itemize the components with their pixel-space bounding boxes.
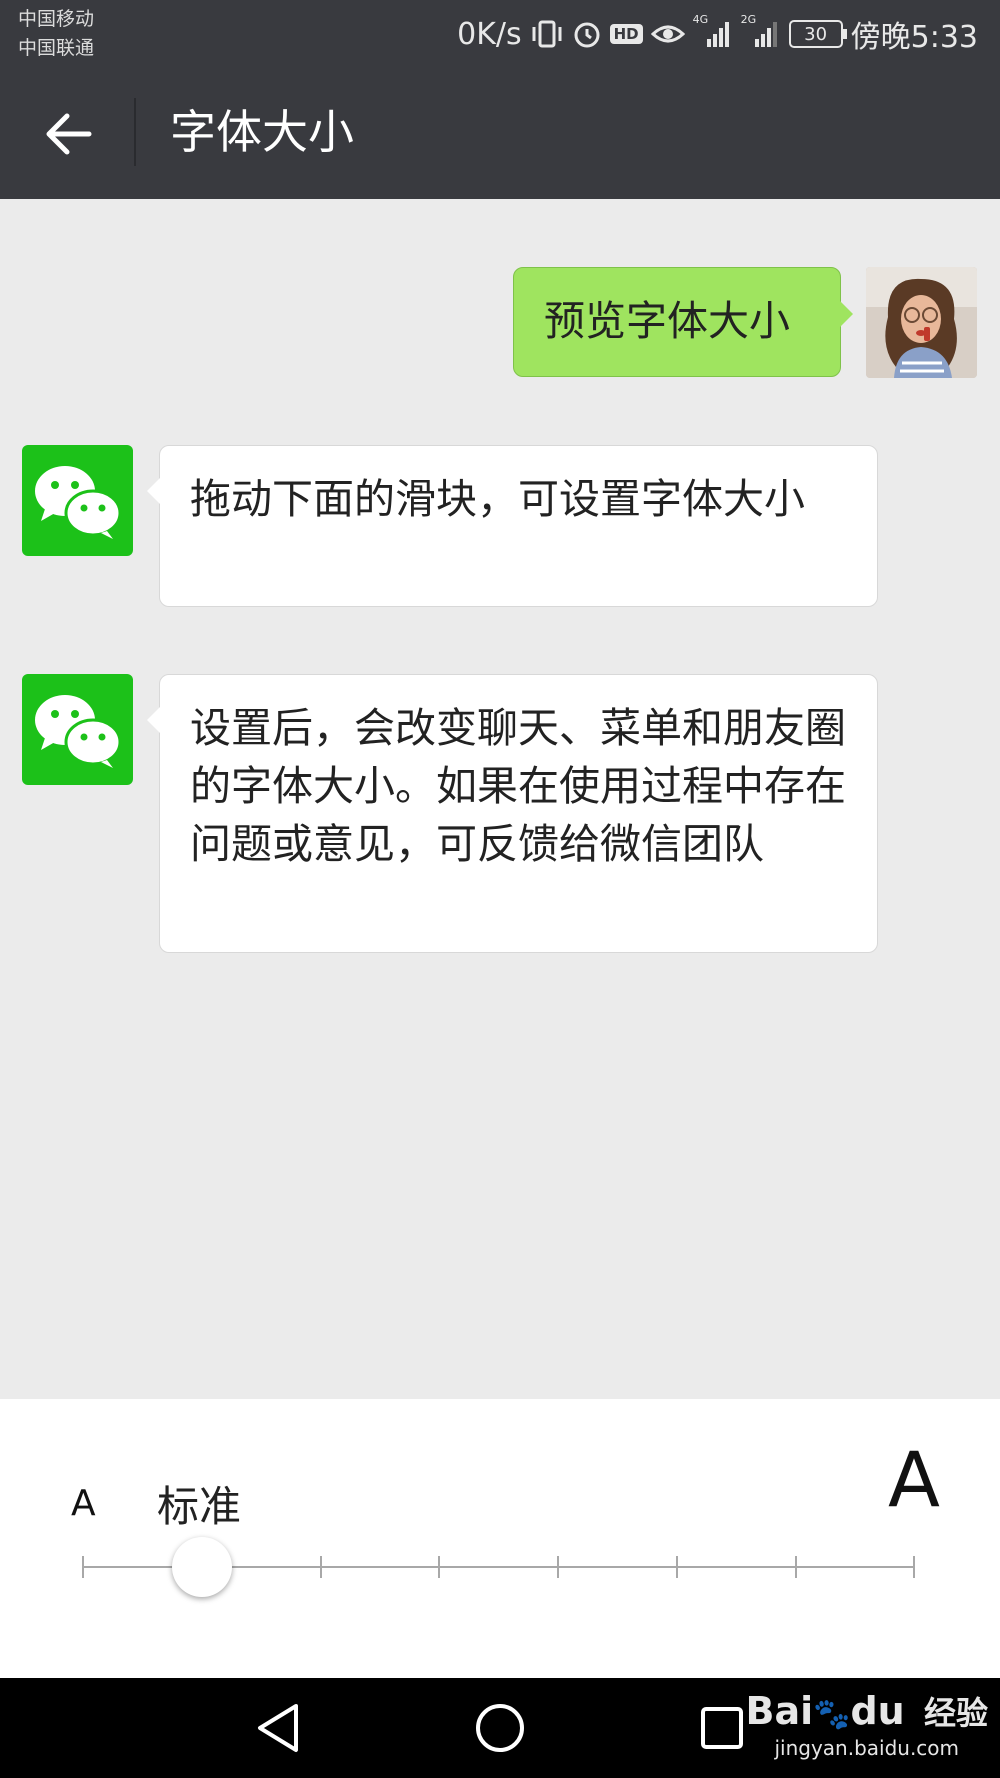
alarm-icon [572, 19, 602, 49]
nav-back-button[interactable] [246, 1696, 310, 1760]
nav-home-button[interactable] [468, 1696, 532, 1760]
status-icons: 0K/s HD 4G 2G 30 傍晚5:33 [457, 13, 978, 55]
small-font-label: A [71, 1483, 96, 1524]
baidu-jingyan-watermark: Bai🐾du 经验 jingyan.baidu.com [745, 1690, 988, 1760]
message-bubble-received: 设置后，会改变聊天、菜单和朋友圈的字体大小。如果在使用过程中存在问题或意见，可反… [147, 674, 878, 953]
large-font-label: A [888, 1435, 940, 1524]
title-bar: 字体大小 [0, 66, 1000, 199]
wechat-logo-icon [34, 465, 121, 539]
font-size-panel: A 标准 A [0, 1399, 1000, 1678]
wechat-avatar [22, 445, 133, 556]
status-bar: 中国移动 中国联通 0K/s HD 4G 2G 30 傍晚5:33 [0, 0, 1000, 66]
system-nav-bar: Bai🐾du 经验 jingyan.baidu.com [0, 1678, 1000, 1778]
network-type-2: 2G [740, 13, 757, 26]
title-divider [134, 98, 136, 166]
slider-tick [795, 1556, 797, 1578]
wechat-avatar [22, 674, 133, 785]
message-bubble-received: 拖动下面的滑块，可设置字体大小 [147, 445, 878, 607]
vibrate-icon [530, 19, 564, 49]
carrier-name-1: 中国移动 [18, 8, 95, 30]
recents-square-icon [701, 1707, 743, 1749]
battery-icon: 30 [788, 20, 847, 48]
clock: 傍晚5:33 [850, 20, 978, 55]
slider-tick [320, 1556, 322, 1578]
eye-icon [650, 22, 685, 46]
watermark-url: jingyan.baidu.com [774, 1736, 960, 1760]
slider-tick [676, 1556, 678, 1578]
signal-icon: 4G [693, 13, 733, 49]
slider-tick [82, 1556, 84, 1578]
slider-tick [438, 1556, 440, 1578]
carrier-name-2: 中国联通 [18, 37, 95, 59]
font-size-slider-handle[interactable] [172, 1537, 232, 1597]
user-avatar [866, 267, 977, 378]
slider-tick [557, 1556, 559, 1578]
message-bubble-sent: 预览字体大小 [513, 267, 853, 377]
network-type-1: 4G [692, 13, 709, 26]
net-speed: 0K/s [457, 16, 522, 52]
wechat-logo-icon [34, 694, 121, 768]
back-triangle-icon [258, 1704, 298, 1752]
hd-icon: HD [609, 24, 643, 44]
battery-level: 30 [804, 23, 828, 45]
home-circle-icon [476, 1704, 524, 1752]
back-arrow-icon [46, 113, 92, 155]
message-text: 拖动下面的滑块，可设置字体大小 [190, 475, 805, 523]
slider-tick [913, 1556, 915, 1578]
page-title: 字体大小 [170, 105, 354, 159]
message-text: 设置后，会改变聊天、菜单和朋友圈的字体大小。如果在使用过程中存在问题或意见，可反… [190, 704, 846, 868]
nav-recents-button[interactable] [690, 1696, 754, 1760]
signal-icon: 2G [741, 13, 781, 49]
message-text: 预览字体大小 [544, 297, 790, 345]
chat-preview-area: 预览字体大小 拖动下面的滑块，可设置字体大小 设置后，会改变聊天、菜单和朋友圈的… [0, 199, 1000, 1399]
back-button[interactable] [30, 96, 106, 172]
font-level-label: 标准 [157, 1482, 242, 1531]
watermark-logo: Bai🐾du 经验 [745, 1689, 988, 1733]
